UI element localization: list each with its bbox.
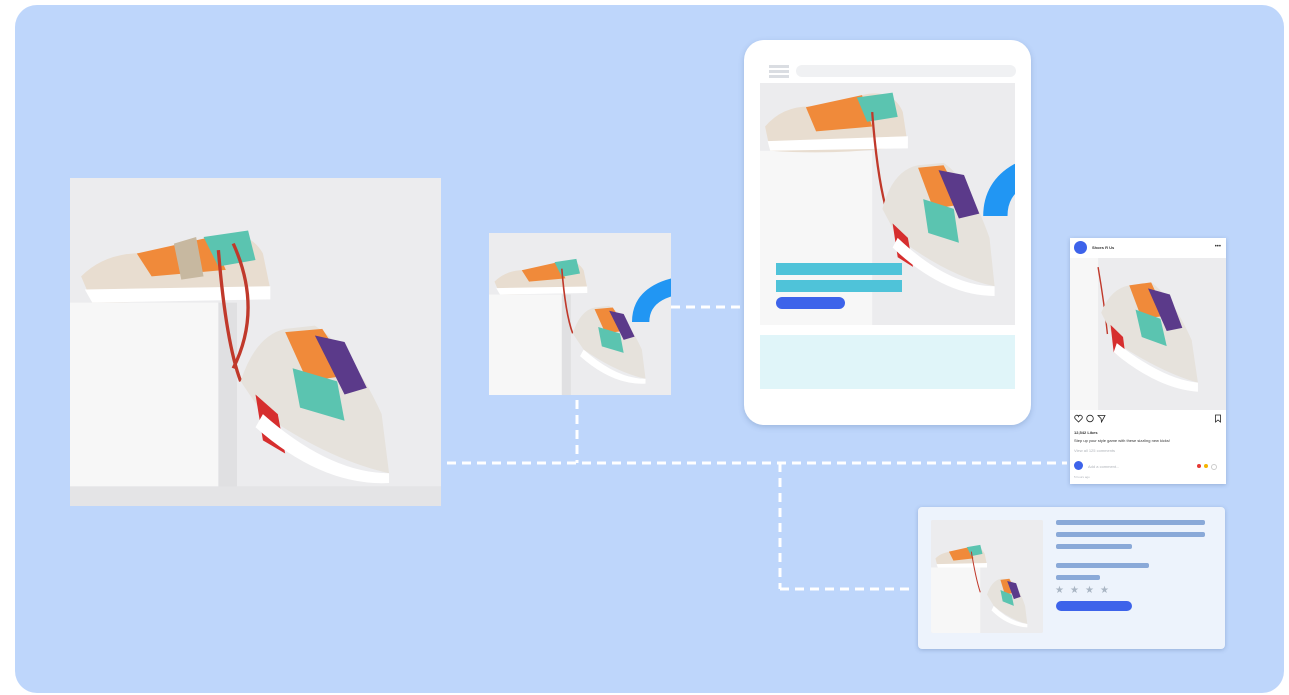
source-image: [70, 178, 441, 506]
bookmark-icon[interactable]: [1214, 414, 1222, 423]
post-actions: [1074, 414, 1106, 423]
hamburger-menu-icon: [769, 65, 789, 68]
upload-camera-icons: [370, 202, 441, 506]
post-time: 5 hours ago: [1074, 475, 1090, 479]
address-bar: [796, 65, 1016, 77]
add-emoji-icon[interactable]: [1211, 464, 1217, 470]
rotate-icon: [983, 163, 1015, 217]
account-name: Shoes R Us: [1092, 245, 1115, 250]
more-options-icon[interactable]: •••: [1215, 244, 1221, 250]
star-icon: ★: [1055, 585, 1064, 596]
title-placeholder-line: [1056, 532, 1205, 537]
star-icon: ★: [1085, 585, 1094, 596]
tablet-mockup: [744, 40, 1031, 425]
rotate-icon: [632, 278, 671, 323]
heart-outline-icon: [1074, 414, 1083, 423]
tablet-hero-image: [760, 83, 1015, 325]
product-image: [931, 520, 1043, 633]
heart-emoji-icon: [1197, 464, 1201, 468]
diagram-canvas: Shoes R Us ••• 12,542 Likes Step up your…: [15, 5, 1284, 693]
title-placeholder-line: [1056, 520, 1205, 525]
resized-image: [489, 233, 671, 395]
buy-button[interactable]: [1056, 601, 1132, 611]
subheadline-placeholder: [776, 280, 902, 292]
title-placeholder-line: [1056, 544, 1132, 549]
post-caption: Step up your style game with these sizzl…: [1074, 438, 1171, 443]
content-placeholder: [760, 335, 1015, 389]
like-count: 12,542 Likes: [1074, 430, 1098, 435]
view-comments-link[interactable]: View all 125 comments: [1074, 448, 1115, 453]
description-placeholder-line: [1056, 563, 1149, 568]
sneaker-photo: [1070, 258, 1226, 410]
avatar: [1074, 241, 1087, 254]
post-image: [1070, 258, 1226, 410]
headline-placeholder: [776, 263, 902, 275]
comment-icon: [1086, 414, 1094, 423]
social-post-mockup: Shoes R Us ••• 12,542 Likes Step up your…: [1070, 238, 1226, 484]
sneaker-photo: [931, 520, 1043, 633]
product-card-mockup: ★ ★ ★ ★: [918, 507, 1225, 649]
send-icon: [1097, 415, 1106, 423]
comment-input[interactable]: Add a comment...: [1088, 464, 1119, 469]
clap-emoji-icon: [1204, 464, 1208, 468]
star-icon: ★: [1070, 585, 1079, 596]
description-placeholder-line: [1056, 575, 1100, 580]
commenter-avatar: [1074, 461, 1083, 470]
star-icon: ★: [1100, 585, 1109, 596]
cta-button[interactable]: [776, 297, 845, 309]
